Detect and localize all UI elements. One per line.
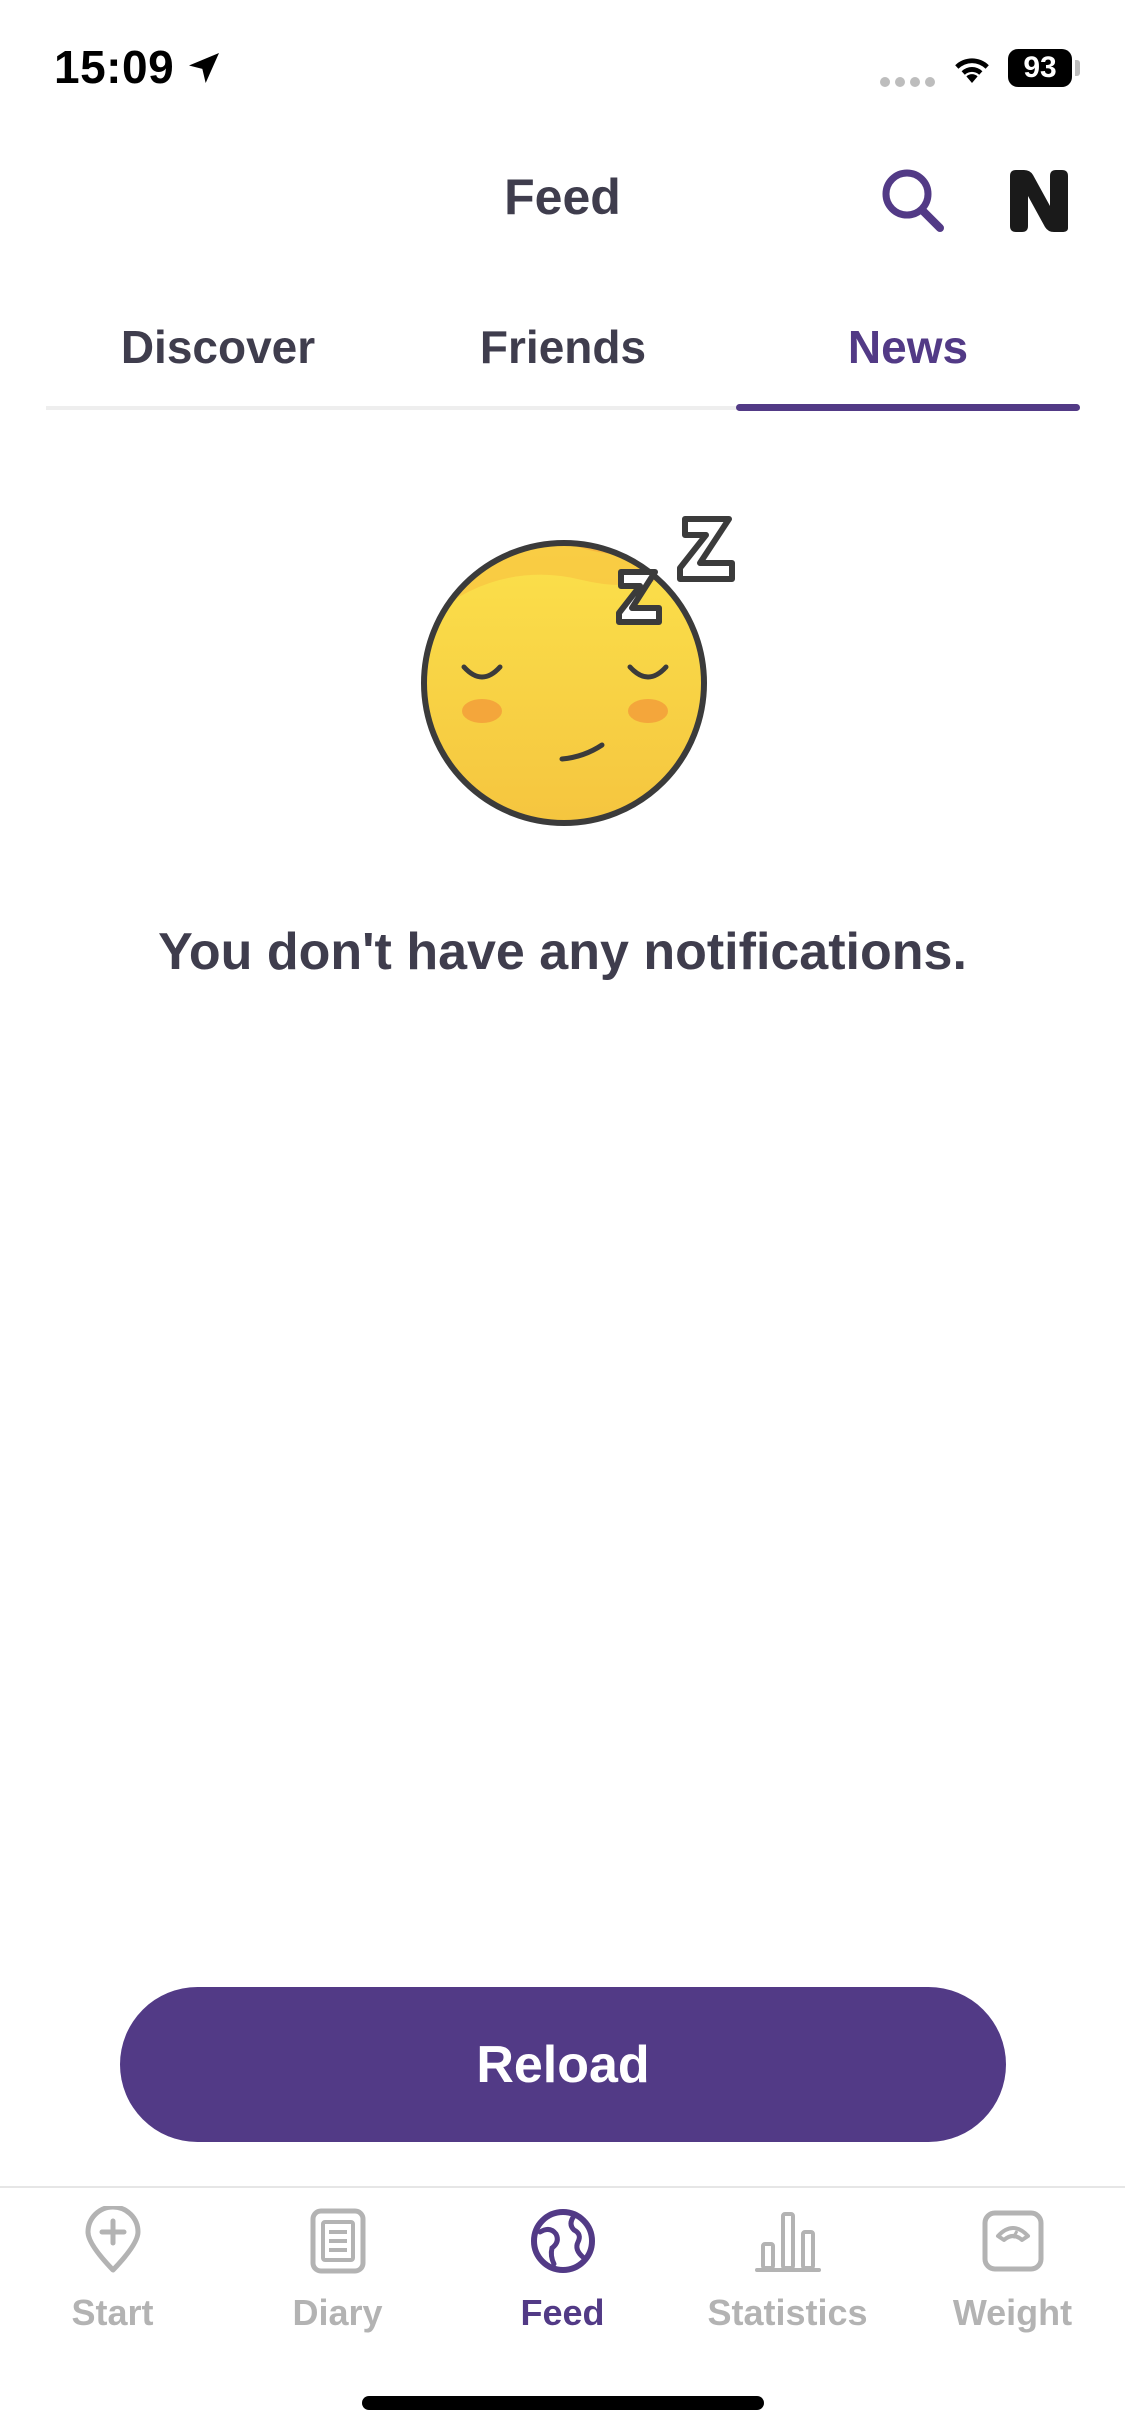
status-bar: 15:09 93 bbox=[0, 0, 1125, 140]
nav-feed[interactable]: Feed bbox=[450, 2206, 675, 2356]
tab-friends[interactable]: Friends bbox=[391, 300, 735, 414]
cellular-signal-icon bbox=[880, 74, 940, 92]
sleeping-face-icon bbox=[421, 516, 735, 826]
nav-label-weight: Weight bbox=[952, 2292, 1073, 2333]
status-time: 15:09 bbox=[54, 41, 175, 93]
tab-discover[interactable]: Discover bbox=[46, 300, 390, 414]
diary-icon bbox=[310, 2208, 365, 2274]
nav-label-statistics: Statistics bbox=[707, 2292, 868, 2333]
page-title: Feed bbox=[504, 169, 621, 225]
feed-screen: 15:09 93 Feed Discover Friends News You … bbox=[0, 0, 1125, 2436]
nav-diary[interactable]: Diary bbox=[225, 2206, 450, 2356]
wifi-icon bbox=[955, 58, 989, 83]
reload-button[interactable]: Reload bbox=[120, 1987, 1006, 2142]
tab-news[interactable]: News bbox=[736, 300, 1080, 414]
scale-icon bbox=[982, 2210, 1043, 2272]
nav-label-diary: Diary bbox=[292, 2292, 383, 2333]
nav-weight[interactable]: Weight bbox=[900, 2206, 1125, 2356]
battery-indicator: 93 bbox=[1008, 49, 1072, 87]
nav-start[interactable]: Start bbox=[0, 2206, 225, 2356]
location-arrow-icon bbox=[189, 53, 219, 83]
battery-tip bbox=[1075, 60, 1080, 76]
header: Feed bbox=[0, 150, 1125, 250]
active-tab-indicator bbox=[736, 404, 1080, 411]
home-indicator bbox=[362, 2396, 764, 2410]
globe-icon bbox=[530, 2209, 595, 2273]
search-icon[interactable] bbox=[876, 164, 948, 236]
nav-label-feed: Feed bbox=[520, 2292, 605, 2333]
brand-logo-icon[interactable] bbox=[1004, 166, 1074, 236]
feed-tabs: Discover Friends News bbox=[46, 300, 1080, 414]
nav-label-start: Start bbox=[71, 2292, 154, 2333]
empty-state-message: You don't have any notifications. bbox=[158, 923, 967, 981]
nav-statistics[interactable]: Statistics bbox=[675, 2206, 900, 2356]
map-pin-plus-icon bbox=[85, 2206, 140, 2273]
bar-chart-icon bbox=[754, 2212, 821, 2272]
